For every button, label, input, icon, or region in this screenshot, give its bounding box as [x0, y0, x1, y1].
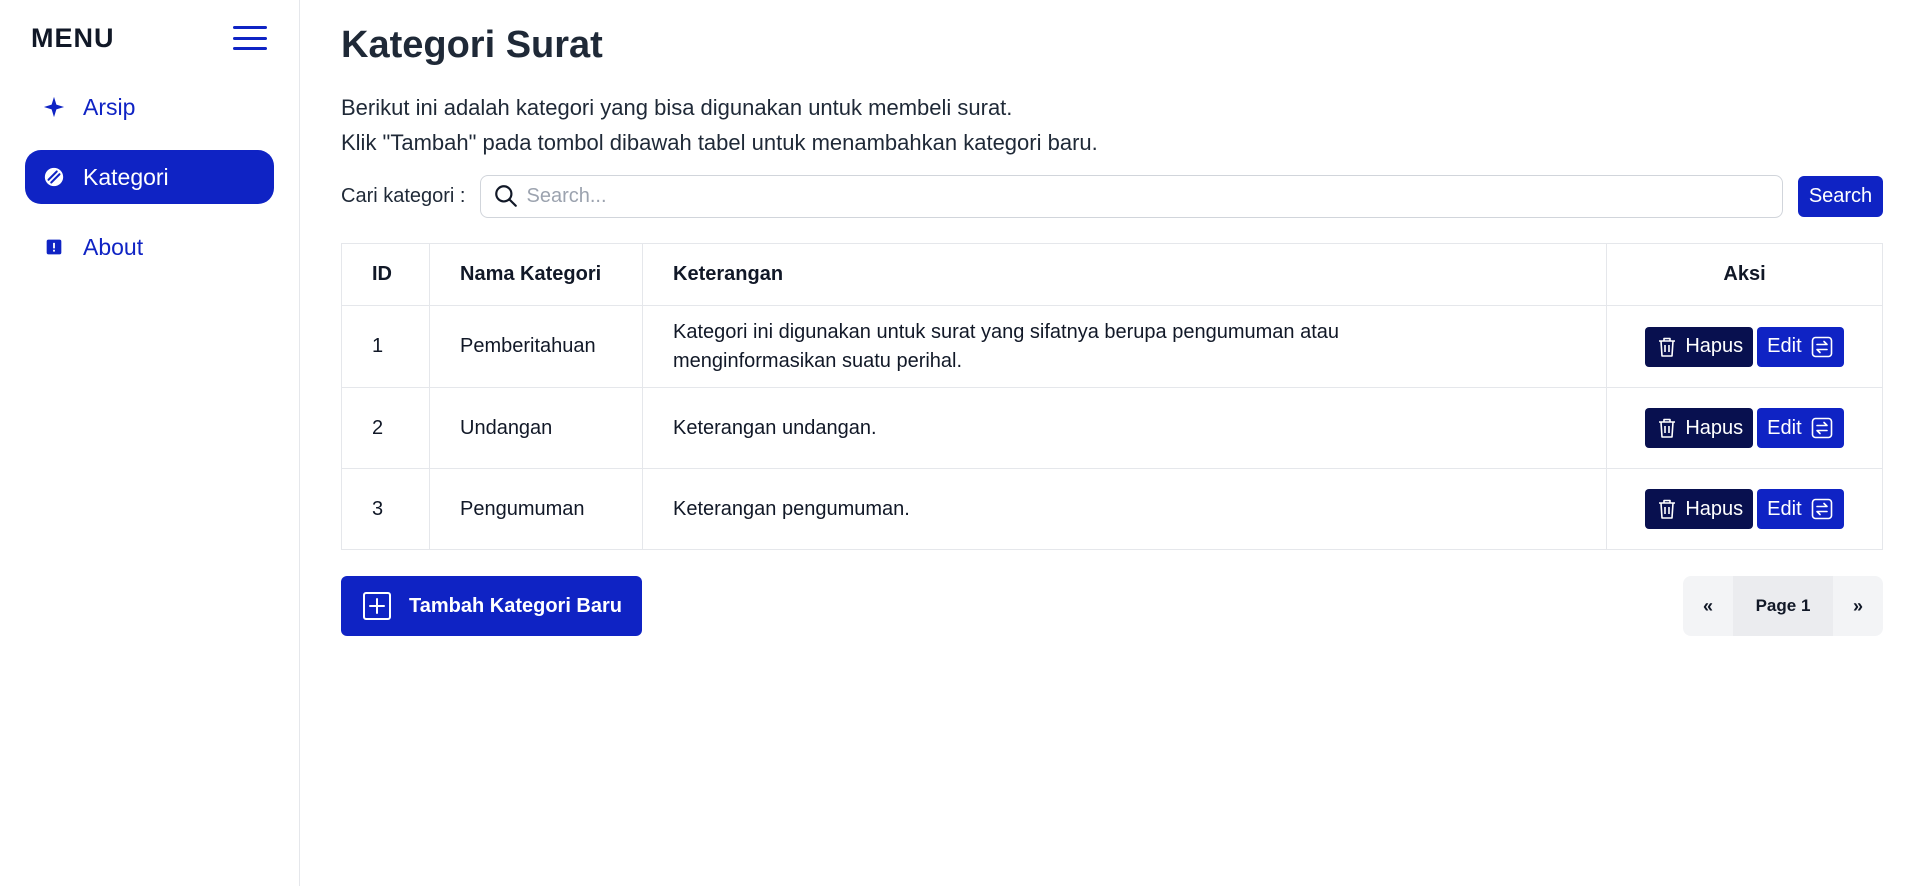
delete-button[interactable]: Hapus — [1645, 408, 1754, 448]
edit-button[interactable]: Edit — [1757, 326, 1844, 367]
sidebar-item-about[interactable]: About — [25, 220, 274, 274]
search-button[interactable]: Search — [1798, 175, 1883, 217]
swap-icon — [1811, 336, 1832, 357]
hamburger-line — [233, 47, 267, 50]
pagination-next[interactable]: » — [1833, 576, 1883, 636]
tag-icon — [43, 166, 65, 188]
menu-title: MENU — [31, 22, 115, 53]
main-content: Kategori Surat Berikut ini adalah katego… — [300, 0, 1915, 886]
cell-keterangan: Keterangan pengumuman. — [642, 468, 1607, 550]
sidebar-header: MENU — [25, 22, 274, 54]
page-title: Kategori Surat — [341, 24, 603, 66]
cell-nama: Pemberitahuan — [429, 305, 643, 388]
sidebar-item-kategori[interactable]: Kategori — [25, 150, 274, 204]
header-keterangan: Keterangan — [642, 243, 1607, 306]
search-row: Cari kategori : Search — [341, 174, 1883, 218]
delete-button[interactable]: Hapus — [1645, 326, 1754, 367]
app-root: MENU Arsip Kategori About Kategori Surat… — [0, 0, 1915, 886]
cell-id: 2 — [341, 387, 430, 469]
swap-icon — [1811, 417, 1832, 439]
delete-button[interactable]: Hapus — [1645, 489, 1754, 529]
cell-nama: Pengumuman — [429, 468, 643, 550]
edit-button-label: Edit — [1767, 335, 1802, 357]
hamburger-line — [233, 36, 267, 40]
header-aksi: Aksi — [1606, 243, 1883, 306]
sidebar: MENU Arsip Kategori About — [0, 0, 300, 886]
page-description-line-2: Klik "Tambah" pada tombol dibawah tabel … — [341, 130, 1098, 155]
edit-button-label: Edit — [1767, 416, 1802, 439]
delete-button-label: Hapus — [1685, 497, 1744, 520]
trash-icon — [1659, 418, 1676, 438]
table-row: 2 Undangan Keterangan undangan. Hapus Ed… — [341, 387, 1883, 469]
info-icon — [43, 236, 65, 258]
hamburger-line — [233, 26, 267, 29]
delete-button-label: Hapus — [1685, 416, 1744, 439]
sidebar-item-arsip[interactable]: Arsip — [25, 80, 274, 134]
page-description-line-1: Berikut ini adalah kategori yang bisa di… — [341, 95, 1013, 120]
search-label: Cari kategori : — [341, 184, 466, 207]
edit-button[interactable]: Edit — [1757, 408, 1844, 448]
sidebar-item-label: About — [83, 233, 144, 260]
trash-icon — [1659, 499, 1676, 519]
sidebar-item-label: Arsip — [83, 93, 136, 120]
swap-icon — [1811, 498, 1832, 520]
plus-square-icon — [363, 592, 391, 620]
table-footer: Tambah Kategori Baru « Page 1 » — [341, 576, 1883, 636]
hamburger-menu-icon[interactable] — [233, 23, 267, 53]
header-id: ID — [341, 243, 430, 306]
table-row: 3 Pengumuman Keterangan pengumuman. Hapu… — [341, 468, 1883, 550]
pagination-prev[interactable]: « — [1683, 576, 1733, 636]
cell-actions: Hapus Edit — [1606, 468, 1883, 550]
category-table: ID Nama Kategori Keterangan Aksi 1 Pembe… — [341, 243, 1883, 550]
search-icon — [494, 185, 517, 207]
cell-keterangan: Keterangan undangan. — [642, 387, 1607, 469]
search-box[interactable] — [479, 174, 1783, 218]
cell-id: 3 — [341, 468, 430, 550]
table-row: 1 Pemberitahuan Kategori ini digunakan u… — [341, 305, 1883, 388]
cell-id: 1 — [341, 305, 430, 388]
header-nama-kategori: Nama Kategori — [429, 243, 643, 306]
table-header-row: ID Nama Kategori Keterangan Aksi — [341, 243, 1883, 306]
delete-button-label: Hapus — [1685, 335, 1744, 357]
cell-keterangan: Kategori ini digunakan untuk surat yang … — [642, 305, 1607, 388]
cell-actions: Hapus Edit — [1606, 387, 1883, 469]
edit-button-label: Edit — [1767, 497, 1802, 520]
cell-nama: Undangan — [429, 387, 643, 469]
edit-button[interactable]: Edit — [1757, 489, 1844, 529]
pagination-current-page[interactable]: Page 1 — [1733, 576, 1833, 636]
add-category-button[interactable]: Tambah Kategori Baru — [341, 576, 642, 636]
sidebar-item-label: Kategori — [83, 163, 169, 190]
add-category-label: Tambah Kategori Baru — [409, 594, 622, 617]
pagination: « Page 1 » — [1683, 576, 1883, 636]
trash-icon — [1659, 337, 1676, 357]
search-input[interactable] — [526, 176, 1782, 216]
cell-actions: Hapus Edit — [1606, 305, 1883, 388]
sparkle-icon — [43, 96, 65, 118]
